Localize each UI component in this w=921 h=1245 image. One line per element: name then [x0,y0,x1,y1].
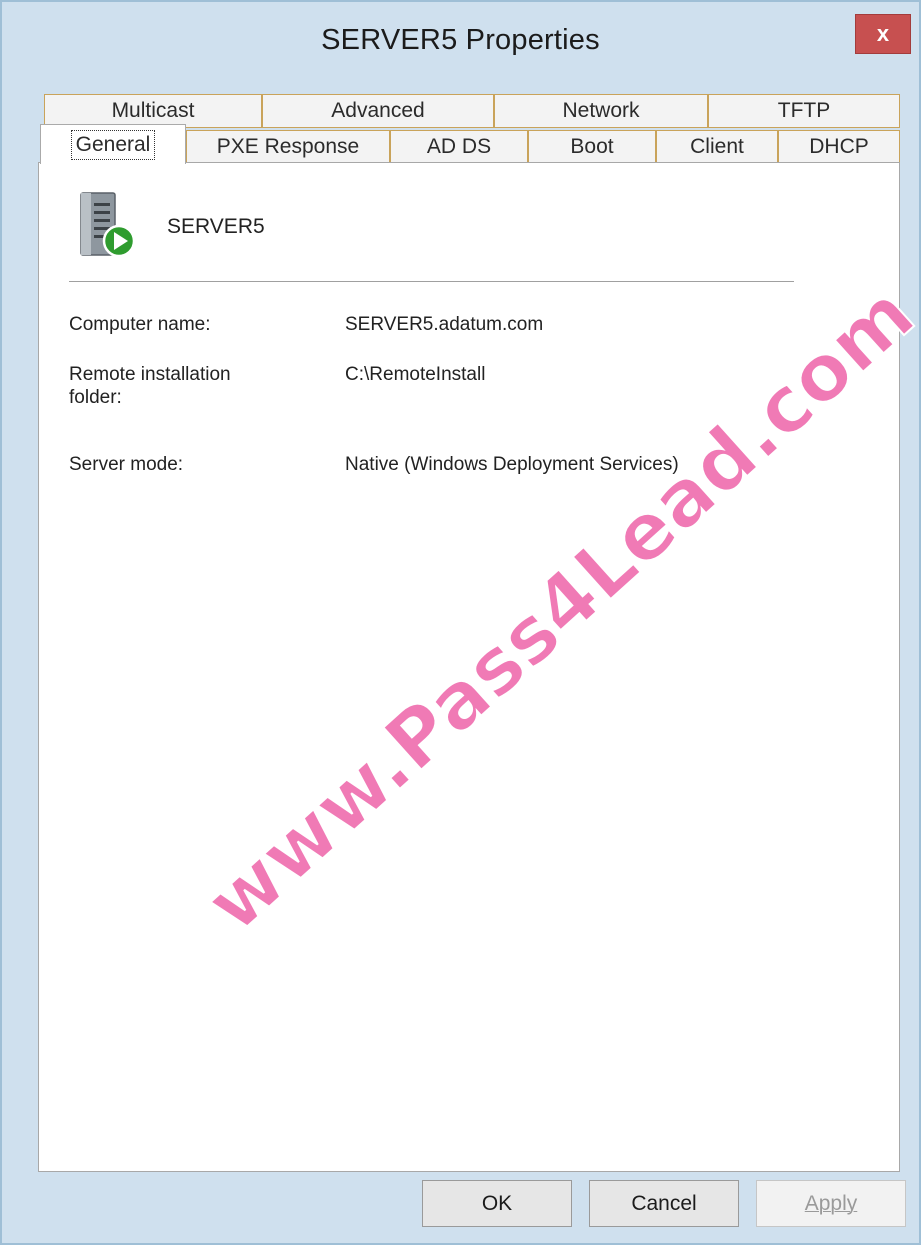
general-tab-panel: SERVER5 Computer name: SERVER5.adatum.co… [38,162,900,1172]
computer-name-value: SERVER5.adatum.com [345,314,544,335]
properties-dialog: SERVER5 Properties x Multicast Advanced … [0,0,921,1245]
tab-label: Multicast [111,99,195,122]
tab-label: TFTP [777,99,831,122]
remote-folder-value: C:\RemoteInstall [345,364,486,385]
computer-name-label: Computer name: [69,314,211,335]
server-icon [79,191,137,266]
tab-multicast[interactable]: Multicast [44,94,262,128]
close-button[interactable]: x [855,14,911,54]
apply-label: Apply [804,1191,858,1215]
close-icon: x [876,21,890,46]
window-title: SERVER5 Properties [321,24,600,56]
tab-advanced[interactable]: Advanced [262,94,494,128]
tab-dhcp[interactable]: DHCP [778,130,900,164]
tab-network[interactable]: Network [494,94,708,128]
server-name: SERVER5 [167,215,265,238]
tab-label: DHCP [809,135,869,158]
cancel-label: Cancel [631,1191,697,1215]
tab-general[interactable]: General [40,124,186,164]
remote-folder-label-line1: Remote installation [69,364,231,385]
tab-label: Boot [570,135,614,158]
tab-ad-ds[interactable]: AD DS [390,130,528,164]
tab-client[interactable]: Client [656,130,778,164]
ok-label: OK [481,1191,513,1215]
cancel-button[interactable]: Cancel [589,1180,739,1227]
server-mode-label: Server mode: [69,454,184,475]
tab-label: AD DS [426,135,492,158]
remote-folder-label-line2: folder: [69,387,122,408]
tab-label: Advanced [331,99,425,122]
server-mode-value: Native (Windows Deployment Services) [345,454,679,475]
tab-label: PXE Response [216,135,360,158]
tab-label: Network [562,99,640,122]
title-bar[interactable]: SERVER5 Properties x [2,2,919,88]
apply-button[interactable]: Apply [756,1180,906,1227]
tab-pxe-response[interactable]: PXE Response [186,130,390,164]
ok-button[interactable]: OK [422,1180,572,1227]
tab-boot[interactable]: Boot [528,130,656,164]
divider [69,281,794,282]
tab-label: Client [690,135,744,158]
tab-label: General [70,129,156,160]
tab-tftp[interactable]: TFTP [708,94,900,128]
